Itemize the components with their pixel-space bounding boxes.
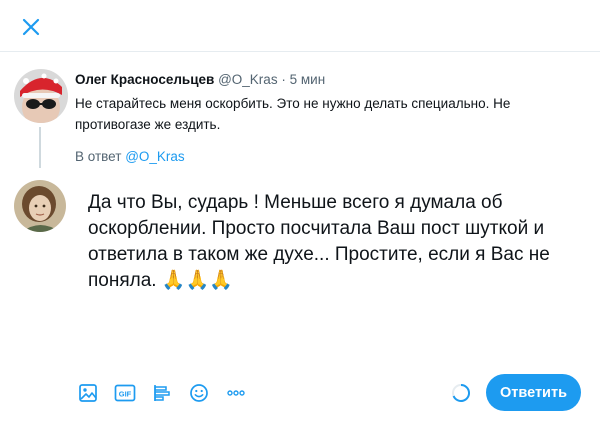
poll-icon: [154, 385, 170, 401]
tweet-text: Не старайтесь меня оскорбить. Это не нуж…: [75, 96, 511, 132]
avatar[interactable]: [14, 69, 68, 123]
image-icon: [79, 384, 97, 402]
add-poll-button[interactable]: [148, 379, 176, 407]
gif-label: GIF: [119, 390, 132, 399]
add-gif-button[interactable]: GIF: [111, 379, 139, 407]
author-name[interactable]: Олег Красносельцев: [75, 72, 214, 87]
character-count-progress: [452, 384, 470, 402]
compose-emoji: 🙏🙏🙏: [161, 270, 233, 291]
compose-toolbar: GIF: [74, 380, 250, 406]
add-media-button[interactable]: [74, 379, 102, 407]
tweet-header: Олег Красносельцев @O_Kras · 5 мин: [75, 71, 325, 89]
more-icon: [227, 390, 245, 396]
author-handle[interactable]: @O_Kras: [218, 72, 277, 87]
close-button[interactable]: [14, 10, 48, 44]
reply-context: В ответ @O_Kras: [75, 149, 185, 164]
avatar-image: [14, 180, 66, 232]
add-emoji-button[interactable]: [185, 379, 213, 407]
emoji-icon: [190, 384, 208, 402]
avatar-image: [14, 69, 68, 123]
user-avatar[interactable]: [14, 180, 66, 232]
reply-prefix: В ответ: [75, 149, 122, 164]
compose-text: Да что Вы, сударь ! Меньше всего я думал…: [88, 192, 550, 291]
tweet-timestamp[interactable]: 5 мин: [290, 72, 326, 87]
more-options-button[interactable]: [222, 379, 250, 407]
close-icon: [22, 18, 40, 36]
separator-dot: ·: [281, 72, 286, 87]
compose-textarea[interactable]: Да что Вы, сударь ! Меньше всего я думал…: [88, 190, 558, 294]
header-divider: [0, 51, 600, 52]
thread-line: [39, 127, 41, 168]
reply-mention-link[interactable]: @O_Kras: [125, 149, 184, 164]
gif-icon: GIF: [114, 384, 136, 402]
reply-button[interactable]: Ответить: [486, 374, 581, 411]
